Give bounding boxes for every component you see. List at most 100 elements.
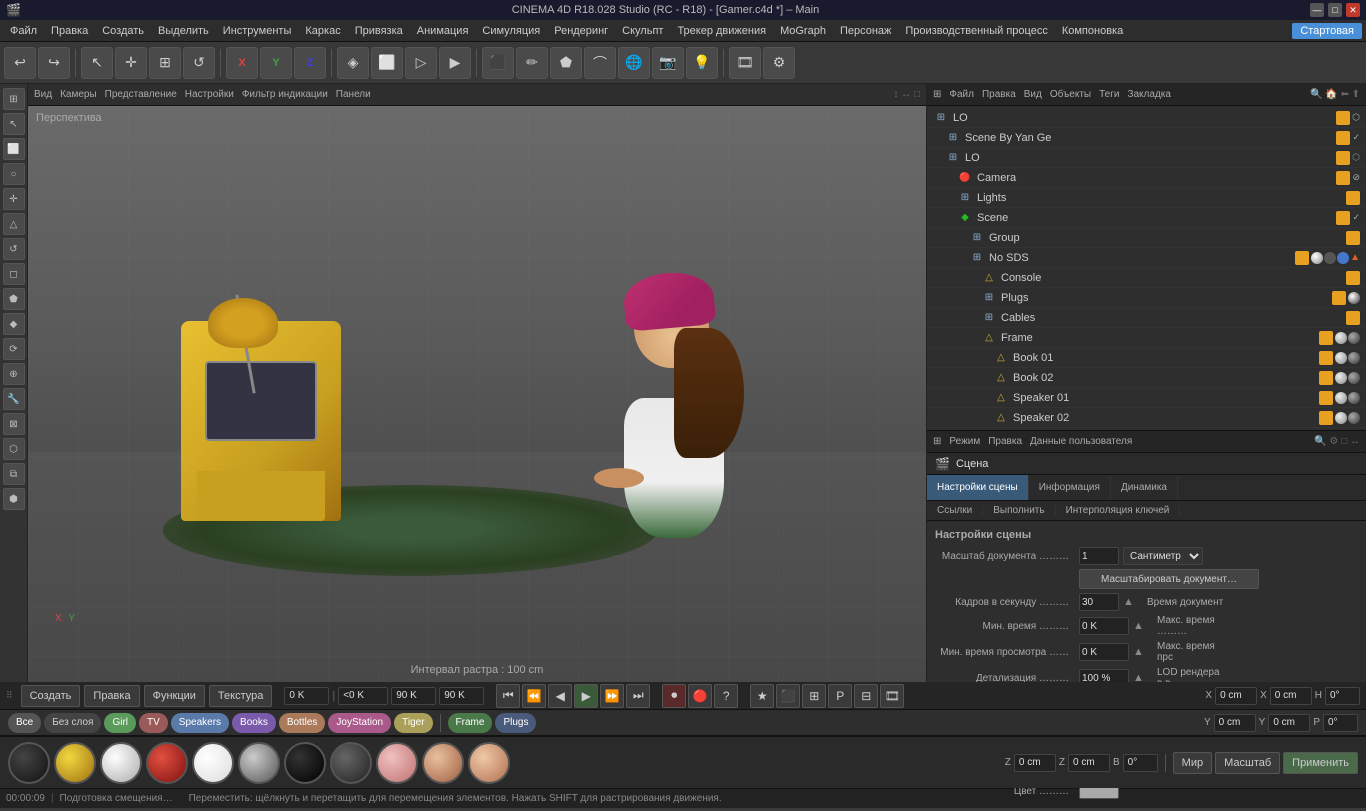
obj-row-lights[interactable]: ⊞ Lights: [927, 188, 1366, 208]
left-tool-7[interactable]: ↺: [3, 238, 25, 260]
menu-production[interactable]: Производственный процесс: [899, 23, 1053, 39]
tl-flag[interactable]: ⬛: [776, 684, 800, 708]
tl-max-time[interactable]: [439, 687, 484, 705]
filter-joystation[interactable]: JoyStation: [328, 713, 391, 733]
left-tool-5[interactable]: ✛: [3, 188, 25, 210]
left-tool-13[interactable]: 🔧: [3, 388, 25, 410]
tool-deform[interactable]: ⌒: [584, 47, 616, 79]
tl-render-anim[interactable]: 🎞: [880, 684, 904, 708]
mat-swatch-9[interactable]: [422, 742, 464, 784]
mat-swatch-1[interactable]: [54, 742, 96, 784]
obj-menu-edit[interactable]: Правка: [982, 89, 1016, 100]
mat-swatch-8[interactable]: [376, 742, 418, 784]
props-tab-links[interactable]: Ссылки: [927, 505, 983, 516]
props-tab-info[interactable]: Информация: [1029, 475, 1111, 500]
tool-select[interactable]: ↖: [81, 47, 113, 79]
menu-file[interactable]: Файл: [4, 23, 43, 39]
maximize-button[interactable]: □: [1328, 3, 1342, 17]
filter-bottles[interactable]: Bottles: [279, 713, 326, 733]
obj-row-lo2[interactable]: ⊞ LO ⬡: [927, 148, 1366, 168]
obj-row-book01[interactable]: △ Book 01: [927, 348, 1366, 368]
menu-character[interactable]: Персонаж: [834, 23, 897, 39]
filter-tiger[interactable]: Tiger: [394, 713, 432, 733]
min-time-input[interactable]: [1079, 617, 1129, 635]
tl-next-frame[interactable]: ⏩: [600, 684, 624, 708]
obj-row-book02[interactable]: △ Book 02: [927, 368, 1366, 388]
coord-y[interactable]: [1214, 714, 1256, 732]
menu-start[interactable]: Стартовая: [1292, 23, 1362, 39]
obj-row-camera[interactable]: 🔴 Camera ⊘: [927, 168, 1366, 188]
left-tool-11[interactable]: ⟳: [3, 338, 25, 360]
coord-z[interactable]: [1014, 754, 1056, 772]
filter-no-layer[interactable]: Без слоя: [44, 713, 101, 733]
tl-create-btn[interactable]: Создать: [21, 685, 81, 707]
tl-goto-start[interactable]: ⏮: [496, 684, 520, 708]
obj-row-scene-yan[interactable]: ⊞ Scene By Yan Ge ✓: [927, 128, 1366, 148]
obj-row-group[interactable]: ⊞ Group: [927, 228, 1366, 248]
tool-scene[interactable]: 🌐: [618, 47, 650, 79]
obj-row-cables[interactable]: ⊞ Cables: [927, 308, 1366, 328]
vp-tab-panels[interactable]: Панели: [336, 89, 371, 100]
menu-animation[interactable]: Анимация: [411, 23, 475, 39]
tl-grid[interactable]: ⊞: [802, 684, 826, 708]
mat-swatch-2[interactable]: [100, 742, 142, 784]
tl-edit-btn[interactable]: Правка: [84, 685, 139, 707]
left-tool-9[interactable]: ⬟: [3, 288, 25, 310]
close-button[interactable]: ✕: [1346, 3, 1360, 17]
mat-swatch-0[interactable]: [8, 742, 50, 784]
obj-menu-file[interactable]: Файл: [949, 89, 974, 100]
coord-apply-btn[interactable]: Применить: [1283, 752, 1358, 774]
tl-goto-end[interactable]: ⏭: [626, 684, 650, 708]
mat-swatch-5[interactable]: [238, 742, 280, 784]
left-tool-1[interactable]: ⊞: [3, 88, 25, 110]
mintime-arrow[interactable]: ▲: [1133, 620, 1149, 632]
tl-star[interactable]: ★: [750, 684, 774, 708]
menu-render[interactable]: Рендеринг: [548, 23, 614, 39]
tool-rotate[interactable]: ↺: [183, 47, 215, 79]
props-menu-userdata[interactable]: Данные пользователя: [1030, 436, 1132, 447]
tool-render[interactable]: ▶: [439, 47, 471, 79]
tl-prev-frame[interactable]: ⏪: [522, 684, 546, 708]
tl-functions-btn[interactable]: Функции: [144, 685, 205, 707]
menu-mograph[interactable]: MoGraph: [774, 23, 832, 39]
mat-swatch-3[interactable]: [146, 742, 188, 784]
tl-time2[interactable]: [338, 687, 388, 705]
menu-tools[interactable]: Инструменты: [217, 23, 298, 39]
coord-b[interactable]: [1123, 754, 1158, 772]
props-tab-interpolation[interactable]: Интерполяция ключей: [1056, 505, 1181, 516]
left-tool-17[interactable]: ⬢: [3, 488, 25, 510]
props-tab-execute[interactable]: Выполнить: [983, 505, 1055, 516]
obj-menu-bookmark[interactable]: Закладка: [1127, 89, 1170, 100]
menu-composite[interactable]: Компоновка: [1056, 23, 1129, 39]
left-tool-4[interactable]: ○: [3, 163, 25, 185]
menu-sculpt[interactable]: Скульпт: [616, 23, 669, 39]
scale-unit-select[interactable]: Сантиметр: [1123, 547, 1203, 565]
left-tool-16[interactable]: ⧉: [3, 463, 25, 485]
viewport[interactable]: X Y Перспектива Интервал растра : 100 cm: [28, 106, 926, 682]
obj-row-plugs[interactable]: ⊞ Plugs: [927, 288, 1366, 308]
menu-simulation[interactable]: Симуляция: [476, 23, 546, 39]
tool-render-view[interactable]: ▷: [405, 47, 437, 79]
vp-tab-view[interactable]: Вид: [34, 89, 52, 100]
obj-row-speaker01[interactable]: △ Speaker 01: [927, 388, 1366, 408]
obj-row-scene[interactable]: ◆ Scene ✓: [927, 208, 1366, 228]
minpreview-arrow[interactable]: ▲: [1133, 646, 1149, 658]
obj-menu-objects[interactable]: Объекты: [1050, 89, 1091, 100]
left-tool-8[interactable]: ◻: [3, 263, 25, 285]
tool-light[interactable]: 💡: [686, 47, 718, 79]
tl-help[interactable]: ?: [714, 684, 738, 708]
tool-video-post[interactable]: 🎞: [729, 47, 761, 79]
coord-world-btn[interactable]: Мир: [1173, 752, 1212, 774]
coord-x[interactable]: [1215, 687, 1257, 705]
minimize-button[interactable]: —: [1310, 3, 1324, 17]
tool-spline[interactable]: ✏: [516, 47, 548, 79]
tl-current-time[interactable]: [284, 687, 329, 705]
menu-create[interactable]: Создать: [96, 23, 150, 39]
filter-books[interactable]: Books: [232, 713, 276, 733]
vp-tab-filter[interactable]: Фильтр индикации: [242, 89, 328, 100]
obj-row-speaker02[interactable]: △ Speaker 02: [927, 408, 1366, 428]
tl-texture-btn[interactable]: Текстура: [209, 685, 272, 707]
scale-document-button[interactable]: Масштабировать документ…: [1079, 569, 1259, 589]
tl-record-btn[interactable]: ⏺: [662, 684, 686, 708]
coord-sx[interactable]: [1270, 687, 1312, 705]
